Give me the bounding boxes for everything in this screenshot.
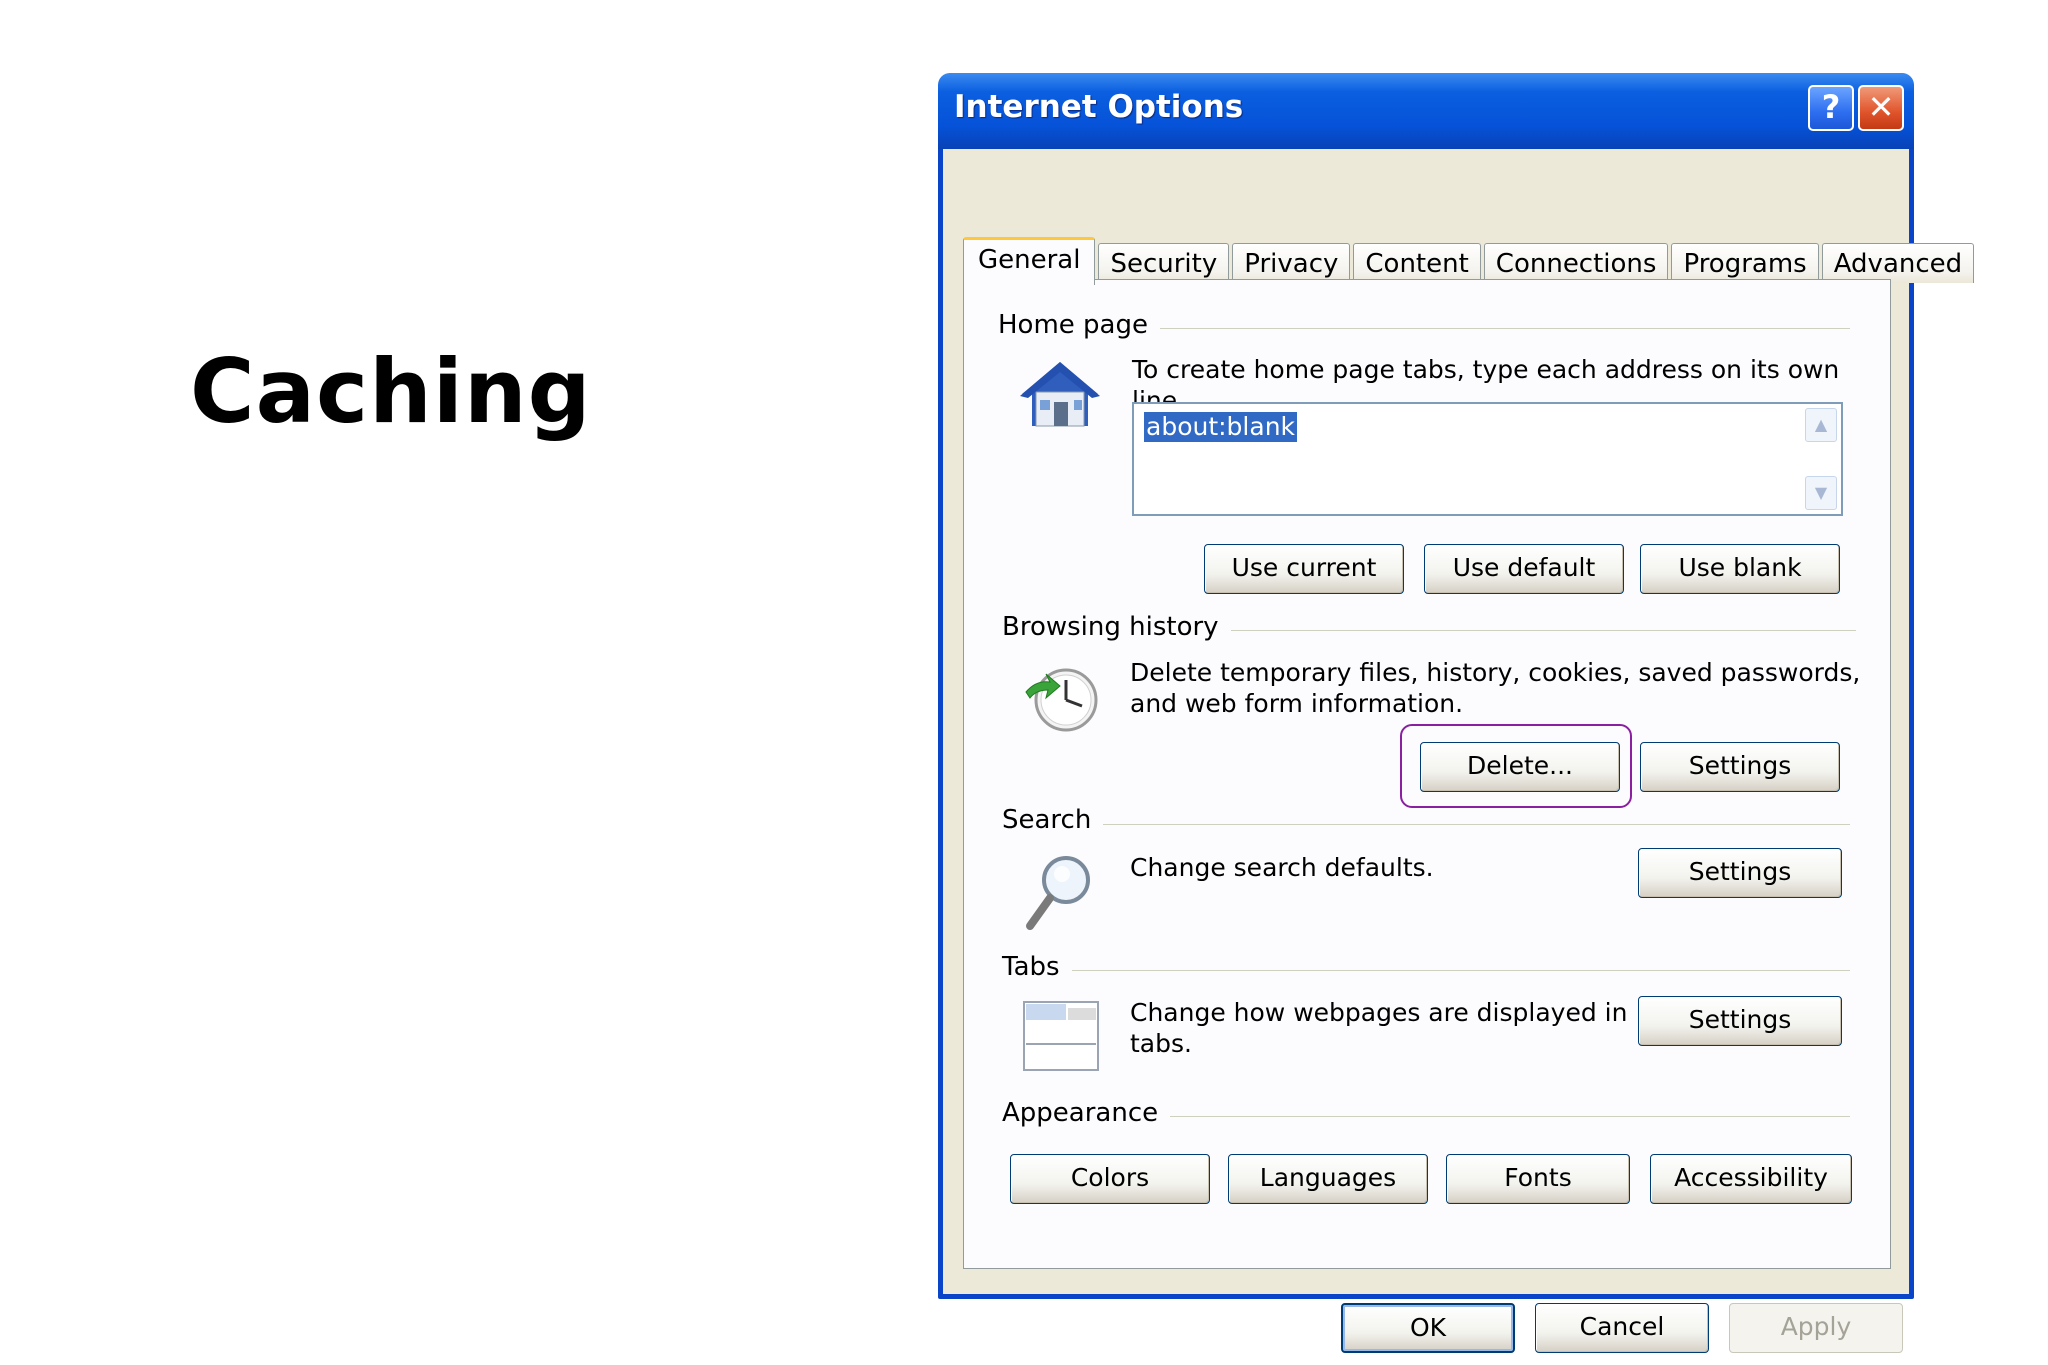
appearance-heading: Appearance (1002, 1098, 1171, 1128)
home-icon (1020, 362, 1100, 427)
tab-general[interactable]: General (963, 237, 1096, 285)
home-page-address-field[interactable]: about:blank ▲ ▼ (1132, 402, 1843, 516)
tab-strip: General Security Privacy Content Connect… (963, 237, 1977, 285)
apply-button[interactable]: Apply (1729, 1303, 1903, 1353)
window-title: Internet Options (954, 89, 1244, 125)
browsing-history-description-line1: Delete temporary files, history, cookies… (1130, 658, 1861, 687)
accessibility-button[interactable]: Accessibility (1650, 1154, 1852, 1204)
dialog-client-area: General Security Privacy Content Connect… (943, 149, 1975, 1353)
tab-connections[interactable]: Connections (1483, 243, 1669, 283)
slide-title: Caching (190, 340, 592, 443)
ok-button[interactable]: OK (1341, 1303, 1515, 1353)
magnifier-icon (1026, 856, 1090, 930)
general-tab-panel: Home page To create home page tabs, type… (963, 279, 1891, 1269)
search-settings-button[interactable]: Settings (1638, 848, 1842, 898)
help-button[interactable]: ? (1808, 85, 1854, 131)
tabs-description-line2: tabs. (1130, 1029, 1192, 1058)
home-page-address-value: about:blank (1144, 412, 1298, 442)
tabs-divider (1004, 970, 1850, 971)
use-blank-button[interactable]: Use blank (1640, 544, 1840, 594)
scroll-down-button[interactable]: ▼ (1805, 476, 1837, 510)
search-heading: Search (1002, 805, 1104, 835)
tabs-settings-button[interactable]: Settings (1638, 996, 1842, 1046)
use-current-button[interactable]: Use current (1204, 544, 1404, 594)
tab-advanced[interactable]: Advanced (1821, 243, 1975, 283)
browsing-history-description-line2: and web form information. (1130, 689, 1464, 718)
browsing-history-heading: Browsing history (1002, 612, 1231, 642)
use-default-button[interactable]: Use default (1424, 544, 1624, 594)
tabs-description-line1: Change how webpages are displayed in (1130, 998, 1628, 1027)
colors-button[interactable]: Colors (1010, 1154, 1210, 1204)
tabs-icon (1023, 1001, 1099, 1071)
search-description: Change search defaults. (1130, 853, 1434, 882)
history-clock-icon (1025, 668, 1098, 732)
tab-security[interactable]: Security (1098, 243, 1230, 283)
scroll-up-button[interactable]: ▲ (1805, 408, 1837, 442)
tab-content[interactable]: Content (1353, 243, 1481, 283)
home-page-heading: Home page (998, 310, 1160, 340)
tab-privacy[interactable]: Privacy (1232, 243, 1351, 283)
delete-history-button[interactable]: Delete... (1420, 742, 1620, 792)
tab-programs[interactable]: Programs (1671, 243, 1819, 283)
tabs-heading: Tabs (1002, 952, 1072, 982)
languages-button[interactable]: Languages (1228, 1154, 1428, 1204)
internet-options-dialog: Internet Options ? ✕ General Security Pr… (938, 73, 1975, 1353)
title-bar[interactable]: Internet Options ? ✕ (938, 73, 1914, 149)
history-settings-button[interactable]: Settings (1640, 742, 1840, 792)
close-button[interactable]: ✕ (1858, 85, 1904, 131)
search-divider (1004, 824, 1850, 825)
fonts-button[interactable]: Fonts (1446, 1154, 1630, 1204)
cancel-button[interactable]: Cancel (1535, 1303, 1709, 1353)
